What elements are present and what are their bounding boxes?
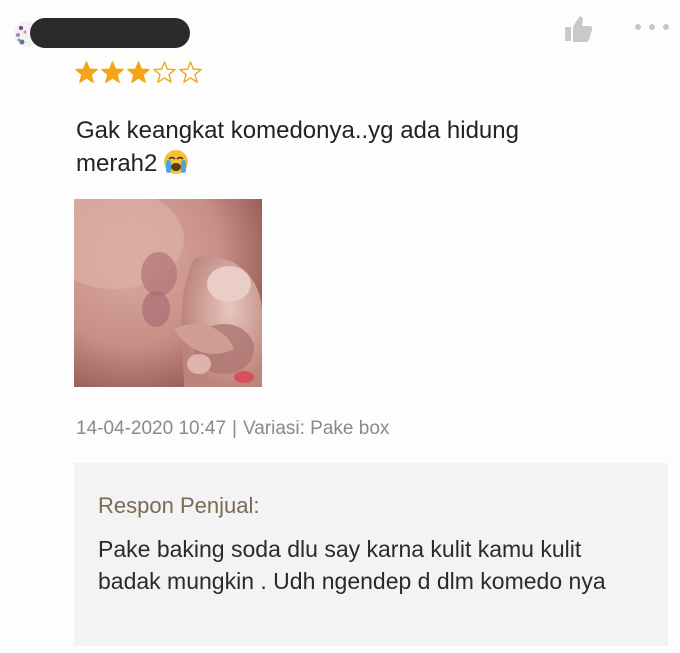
review-photo[interactable] (74, 199, 262, 387)
star-empty-icon (153, 61, 176, 83)
review-timestamp: 14-04-2020 10:47 (76, 418, 227, 439)
meta-separator: | (232, 418, 237, 439)
star-filled-icon (101, 61, 124, 83)
star-rating (74, 60, 203, 85)
star-filled-icon (75, 61, 98, 83)
seller-response-box: Respon Penjual: Pake baking soda dlu say… (74, 463, 668, 646)
review-text-line2: merah2 (76, 147, 636, 180)
star-empty-icon (179, 61, 202, 83)
crying-face-icon (163, 149, 189, 175)
review-text-line1: Gak keangkat komedonya..yg ada hidung (76, 117, 519, 144)
seller-response-text: Pake baking soda dlu say karna kulit kam… (98, 536, 606, 594)
review-text: Gak keangkat komedonya..yg ada hidung me… (76, 114, 636, 180)
review-card: Gak keangkat komedonya..yg ada hidung me… (0, 0, 680, 653)
review-variation: Variasi: Pake box (242, 418, 390, 439)
username-redacted (30, 18, 190, 48)
star-filled-icon (127, 61, 150, 83)
more-dots-icon[interactable] (632, 20, 672, 34)
thumbs-up-icon[interactable] (562, 14, 594, 44)
seller-response-label: Respon Penjual: (98, 493, 260, 518)
review-meta: 14-04-2020 10:47 | Variasi: Pake box (76, 418, 389, 440)
